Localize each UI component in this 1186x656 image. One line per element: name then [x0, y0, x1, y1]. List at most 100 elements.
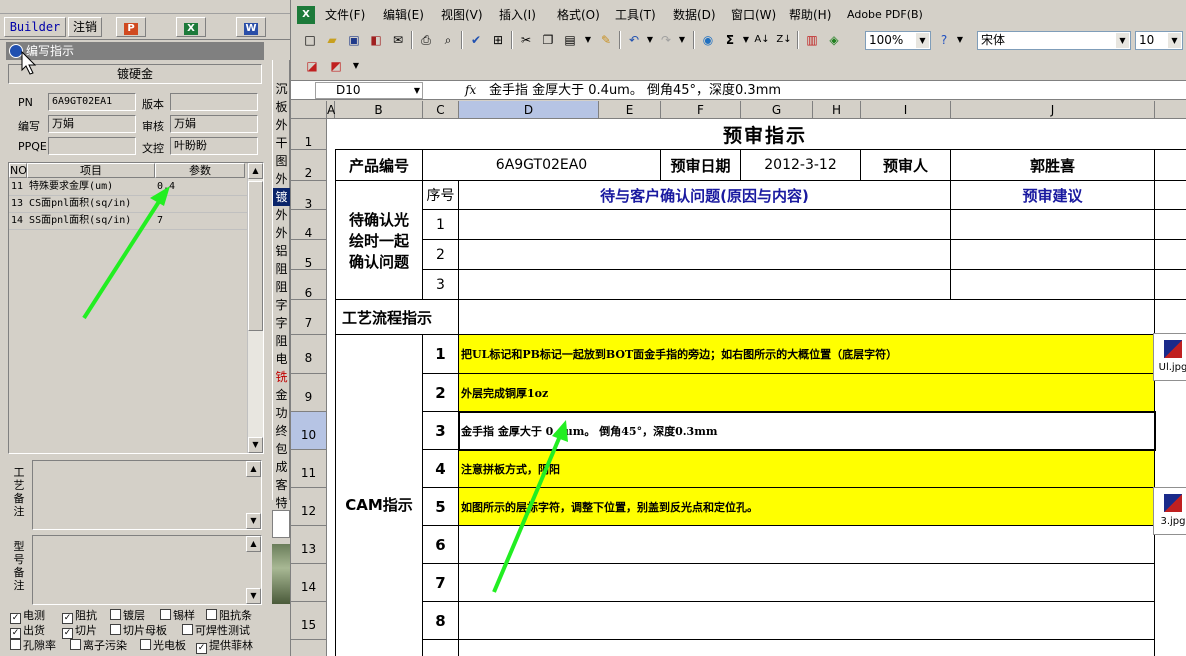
menu-data[interactable]: 数据(D) [673, 7, 716, 23]
row-header-1[interactable]: 1 [291, 119, 327, 150]
checkbox-box[interactable] [140, 639, 151, 650]
checkbox-box[interactable]: ✓ [62, 628, 73, 639]
checkbox-porosity[interactable]: 孔隙率 [10, 639, 56, 653]
step-tab[interactable]: 板 [273, 98, 290, 116]
column-header-e[interactable]: E [599, 101, 661, 119]
step-tab[interactable]: 成 [273, 458, 290, 476]
cam-item-no-cell[interactable]: 7 [423, 564, 459, 602]
checkbox-box[interactable] [182, 624, 193, 635]
step-tab[interactable]: 金 [273, 386, 290, 404]
checkbox-impedance-strip[interactable]: 阻抗条 [206, 609, 252, 623]
step-tab[interactable]: 客 [273, 476, 290, 494]
font-size-select[interactable]: 10 ▼ [1135, 31, 1183, 50]
column-header-c[interactable]: C [423, 101, 459, 119]
select-all-corner[interactable] [291, 101, 327, 119]
scroll-up-arrow-icon[interactable]: ▲ [246, 536, 261, 552]
checkbox-tin-sample[interactable]: 锡样 [160, 609, 195, 623]
parameter-list[interactable]: NO 项目 参数 11 特殊要求金厚(um) 0.4 13 CS面pnl面积(s… [8, 162, 264, 454]
step-tab[interactable]: 铣 [273, 368, 290, 386]
spelling-icon[interactable]: ✔ [467, 31, 485, 49]
pending-issue-cell[interactable] [459, 210, 951, 240]
product-no-cell[interactable]: 6A9GT02EA0 [423, 150, 661, 181]
menu-edit[interactable]: 编辑(E) [383, 7, 424, 23]
cam-item-text-cell[interactable] [459, 526, 1155, 564]
checkbox-box[interactable]: ✓ [62, 613, 73, 624]
process-flow-cell[interactable] [459, 300, 1155, 335]
col-value-header[interactable]: 参数 [155, 163, 245, 178]
research-icon[interactable]: ⊞ [489, 31, 507, 49]
row-header-5[interactable]: 5 [291, 240, 327, 270]
pn-field[interactable]: 6A9GT02EA1 [48, 93, 136, 111]
column-header-h[interactable]: H [813, 101, 861, 119]
menu-format[interactable]: 格式(O) [557, 7, 600, 23]
scroll-down-arrow-icon[interactable]: ▼ [246, 513, 261, 529]
menu-view[interactable]: 视图(V) [441, 7, 483, 23]
cam-item-text-cell[interactable] [459, 640, 1155, 656]
chevron-down-icon[interactable]: ▼ [414, 83, 420, 98]
paste-icon[interactable]: ▤ [561, 31, 579, 49]
col-no-header[interactable]: NO [9, 163, 27, 178]
checkbox-box[interactable] [110, 624, 121, 635]
process-remark-textarea[interactable]: ▲ ▼ [32, 460, 262, 530]
format-painter-icon[interactable]: ✎ [597, 31, 615, 49]
export-excel-button[interactable]: X [176, 17, 206, 37]
cam-item-text-cell[interactable]: 如图所示的层标字符，调整下位置，别盖到反光点和定位孔。 [459, 488, 1155, 526]
menu-help[interactable]: 帮助(H) [789, 7, 831, 23]
chevron-down-icon[interactable]: ▼ [1116, 33, 1129, 48]
cam-item-no-cell[interactable]: 6 [423, 526, 459, 564]
step-tab-selected[interactable]: 镀 [273, 188, 290, 206]
row-header-15[interactable]: 15 [291, 602, 327, 640]
cam-item-no-cell[interactable] [423, 640, 459, 656]
menu-window[interactable]: 窗口(W) [731, 7, 776, 23]
chevron-down-icon[interactable]: ▼ [1168, 33, 1181, 48]
cam-item-no-cell[interactable]: 8 [423, 602, 459, 640]
print-icon[interactable]: ⎙ [417, 31, 435, 49]
checkbox-solderability-test[interactable]: 可焊性测试 [182, 624, 250, 638]
parameter-value[interactable]: 7 [157, 213, 163, 229]
row-header-14[interactable]: 14 [291, 564, 327, 602]
issue-header-cell[interactable]: 待与客户确认问题(原因与内容) [459, 181, 951, 210]
row-header-2[interactable]: 2 [291, 150, 327, 181]
menu-adobe-pdf[interactable]: Adobe PDF(B) [847, 7, 923, 23]
convert-and-email-icon[interactable]: ◩ [327, 57, 345, 75]
checkbox-shipment[interactable]: ✓ 出货 [10, 624, 45, 639]
step-tab[interactable]: 外 [273, 206, 290, 224]
checkbox-electrical-test[interactable]: ✓ 电测 [10, 609, 45, 624]
pending-issue-cell[interactable] [459, 240, 951, 270]
step-tab[interactable]: 铝 [273, 242, 290, 260]
checkbox-optical-board[interactable]: 光电板 [140, 639, 186, 653]
step-tab[interactable]: 功 [273, 404, 290, 422]
checkbox-provide-film[interactable]: ✓ 提供菲林 [196, 639, 253, 654]
row-header-9[interactable]: 9 [291, 374, 327, 412]
cam-item-no-cell[interactable]: 5 [423, 488, 459, 526]
spare-cell[interactable] [1155, 181, 1186, 210]
row-header-13[interactable]: 13 [291, 526, 327, 564]
cam-item-no-cell[interactable]: 2 [423, 374, 459, 412]
checkbox-plating-layer[interactable]: 镀层 [110, 609, 145, 623]
pending-seq-cell[interactable]: 2 [423, 240, 459, 270]
scroll-up-arrow-icon[interactable]: ▲ [248, 163, 263, 179]
save-icon[interactable]: ▣ [345, 31, 363, 49]
column-header-a[interactable]: A [327, 101, 335, 119]
step-tab[interactable]: 外 [273, 116, 290, 134]
email-icon[interactable]: ✉ [389, 31, 407, 49]
step-tab[interactable]: 外 [273, 170, 290, 188]
cam-item-text-cell[interactable] [459, 564, 1155, 602]
step-tab[interactable]: 图 [273, 152, 290, 170]
column-header-g[interactable]: G [741, 101, 813, 119]
row-header-11[interactable]: 11 [291, 450, 327, 488]
ppqe-field[interactable] [48, 137, 136, 155]
embedded-image-object[interactable]: 3.jpg [1153, 487, 1186, 535]
font-name-select[interactable]: 宋体 ▼ [977, 31, 1131, 50]
cam-item-no-cell[interactable]: 4 [423, 450, 459, 488]
parameter-row[interactable]: 14 SS面pnl面积(sq/in) 7 [9, 213, 247, 230]
spare-cell[interactable] [1155, 300, 1186, 335]
scroll-thumb[interactable] [248, 181, 263, 331]
cam-item-text-cell[interactable]: 把UL标记和PB标记一起放到BOT面金手指的旁边；如右图所示的大概位置（底层字符… [459, 335, 1155, 374]
reviewer-cell[interactable]: 郭胜喜 [951, 150, 1155, 181]
sort-ascending-icon[interactable]: A↓ [753, 31, 771, 49]
spare-cell[interactable] [1155, 270, 1186, 300]
convert-to-pdf-icon[interactable]: ◪ [303, 57, 321, 75]
zoom-select[interactable]: 100% ▼ [865, 31, 931, 50]
seq-header-cell[interactable]: 序号 [423, 181, 459, 210]
